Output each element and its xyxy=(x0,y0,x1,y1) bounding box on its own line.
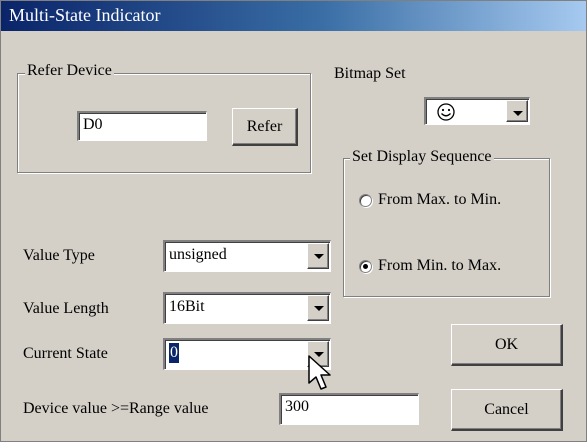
mouse-cursor-icon xyxy=(307,354,333,397)
smiley-face-icon xyxy=(435,102,457,127)
multi-state-indicator-dialog: Multi-State Indicator Refer Device D0 Re… xyxy=(0,0,587,442)
radio-max-to-min-label[interactable]: From Max. to Min. xyxy=(378,190,501,210)
refer-device-legend: Refer Device xyxy=(25,61,114,81)
cancel-button[interactable]: Cancel xyxy=(451,389,563,431)
radio-max-to-min[interactable] xyxy=(359,194,372,207)
radio-min-to-max[interactable] xyxy=(359,260,372,273)
ok-button-label: OK xyxy=(494,335,519,353)
value-type-value: unsigned xyxy=(169,246,227,263)
value-length-dropdown-arrow[interactable] xyxy=(307,295,329,321)
refer-button-label: Refer xyxy=(246,117,283,135)
cancel-button-label: Cancel xyxy=(484,400,529,418)
value-type-dropdown[interactable]: unsigned xyxy=(163,240,331,272)
range-value-label: Device value >=Range value xyxy=(23,400,209,417)
bitmap-set-dropdown-arrow[interactable] xyxy=(506,100,528,122)
radio-min-to-max-label[interactable]: From Min. to Max. xyxy=(378,256,501,276)
value-length-value: 16Bit xyxy=(169,298,205,315)
ok-button[interactable]: OK xyxy=(451,324,563,366)
bitmap-set-label: Bitmap Set xyxy=(334,65,406,82)
value-type-dropdown-arrow[interactable] xyxy=(307,243,329,269)
refer-button[interactable]: Refer xyxy=(232,108,298,146)
refer-device-input[interactable]: D0 xyxy=(77,111,207,141)
value-length-dropdown[interactable]: 16Bit xyxy=(163,292,331,324)
title-bar[interactable]: Multi-State Indicator xyxy=(1,1,586,31)
bitmap-set-dropdown[interactable] xyxy=(424,97,530,125)
current-state-value: 0 xyxy=(169,343,179,363)
current-state-dropdown[interactable]: 0 xyxy=(163,338,331,370)
display-sequence-legend: Set Display Sequence xyxy=(350,147,494,167)
range-value-input[interactable]: 300 xyxy=(279,393,419,425)
window-title: Multi-State Indicator xyxy=(9,5,161,25)
display-sequence-group xyxy=(343,158,550,297)
value-length-label: Value Length xyxy=(23,300,109,317)
value-type-label: Value Type xyxy=(23,247,95,264)
current-state-label: Current State xyxy=(23,345,108,362)
